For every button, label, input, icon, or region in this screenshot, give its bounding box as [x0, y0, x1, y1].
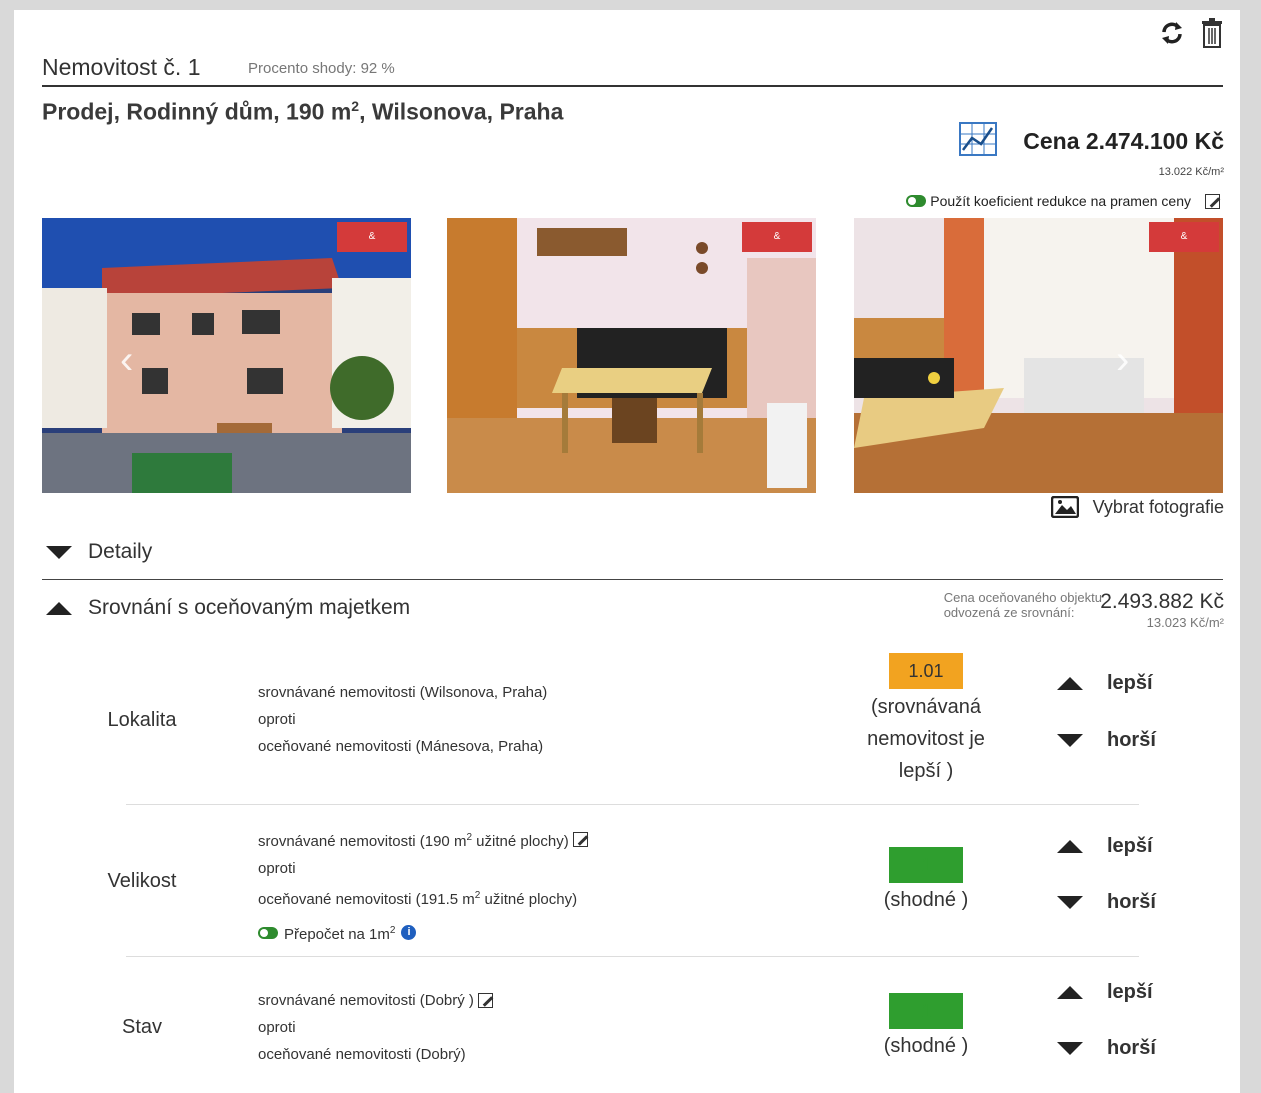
photo-exterior[interactable]: & ‹	[42, 218, 411, 493]
edit-icon[interactable]	[477, 993, 493, 1008]
row-label-velikost: Velikost	[107, 870, 177, 892]
top-actions	[1158, 18, 1226, 48]
section-divider	[42, 579, 1223, 580]
edit-icon[interactable]	[1205, 193, 1220, 209]
better-button[interactable]: lepší	[1057, 981, 1153, 1004]
score-note-stav: (shodné )	[883, 1035, 969, 1057]
derived-price: 2.493.882 Kč	[1100, 590, 1224, 613]
price: Cena 2.474.100 Kč	[1023, 128, 1224, 154]
coefficient-label: Použít koeficient redukce na pramen ceny	[930, 193, 1191, 209]
photos-icon	[1050, 496, 1079, 518]
row-desc-lokalita: srovnávané nemovitosti (Wilsonova, Praha…	[258, 684, 548, 755]
details-toggle[interactable]: Detaily	[46, 540, 152, 564]
price-per-sqm: 13.022 Kč/m²	[1158, 166, 1224, 178]
arrow-down-icon	[1057, 1042, 1083, 1055]
comparison-label: Srovnání s oceňovaným majetkem	[88, 596, 411, 619]
coefficient-toggle[interactable]: Použít koeficient redukce na pramen ceny	[906, 193, 1220, 209]
header-divider	[42, 85, 1223, 87]
row-divider	[126, 804, 1139, 805]
property-card: Nemovitost č. 1 Procento shody: 92 % Pro…	[14, 10, 1240, 1093]
arrow-up-icon	[1057, 986, 1083, 999]
row-desc-velikost: srovnávané nemovitosti (190 m2 užitné pl…	[258, 824, 588, 948]
row-label-stav: Stav	[121, 1016, 163, 1038]
arrow-down-icon	[1057, 896, 1083, 909]
select-photos-button[interactable]: Vybrat fotografie	[1050, 496, 1224, 518]
property-title: Nemovitost č. 1	[42, 54, 201, 80]
agency-badge: &	[742, 222, 812, 252]
row-desc-stav: srovnávané nemovitosti (Dobrý ) oproti o…	[258, 987, 493, 1068]
edit-icon[interactable]	[572, 832, 588, 847]
property-subtitle: Prodej, Rodinný dům, 190 m2, Wilsonova, …	[42, 98, 564, 125]
arrow-down-icon	[1057, 734, 1083, 747]
caret-up-icon	[46, 601, 72, 615]
better-button[interactable]: lepší	[1057, 835, 1153, 858]
agency-badge: &	[337, 222, 407, 252]
better-button[interactable]: lepší	[1057, 672, 1153, 695]
recalc-toggle[interactable]: Přepočet na 1m2 i	[258, 917, 588, 948]
derived-price-per-sqm: 13.023 Kč/m²	[1146, 615, 1224, 630]
info-icon[interactable]: i	[401, 925, 417, 940]
photo-kitchen[interactable]: & ›	[854, 218, 1223, 493]
price-box: Cena 2.474.100 Kč	[959, 122, 1224, 161]
score-stav[interactable]: 1	[889, 993, 963, 1029]
chevron-right-icon[interactable]: ›	[1116, 338, 1129, 383]
match-percentage: Procento shody: 92 %	[248, 60, 395, 77]
row-label-lokalita: Lokalita	[107, 709, 177, 731]
score-note-velikost: (shodné )	[883, 889, 969, 911]
agency-badge: &	[1149, 222, 1219, 252]
derived-price-label: Cena oceňovaného objektu odvozená ze sro…	[943, 590, 1102, 620]
photo-dining[interactable]: &	[447, 218, 816, 493]
arrow-up-icon	[1057, 677, 1083, 690]
worse-button[interactable]: horší	[1057, 729, 1156, 752]
comparison-toggle[interactable]: Srovnání s oceňovaným majetkem	[46, 596, 410, 620]
chevron-left-icon[interactable]: ‹	[120, 338, 133, 383]
trash-icon[interactable]	[1198, 18, 1226, 48]
toggle-icon[interactable]	[906, 195, 927, 207]
score-note-lokalita: (srovnávaná nemovitost je lepší )	[867, 696, 985, 782]
select-photos-label: Vybrat fotografie	[1092, 496, 1224, 517]
toggle-icon[interactable]	[258, 926, 278, 939]
score-lokalita[interactable]: 1.01	[889, 653, 963, 689]
row-divider	[126, 956, 1139, 957]
worse-button[interactable]: horší	[1057, 1037, 1156, 1060]
chart-icon[interactable]	[959, 122, 998, 161]
score-velikost[interactable]: 1	[889, 847, 963, 883]
arrow-up-icon	[1057, 840, 1083, 853]
refresh-icon[interactable]	[1158, 18, 1186, 48]
worse-button[interactable]: horší	[1057, 891, 1156, 914]
caret-down-icon	[46, 545, 72, 559]
details-label: Detaily	[88, 540, 153, 563]
